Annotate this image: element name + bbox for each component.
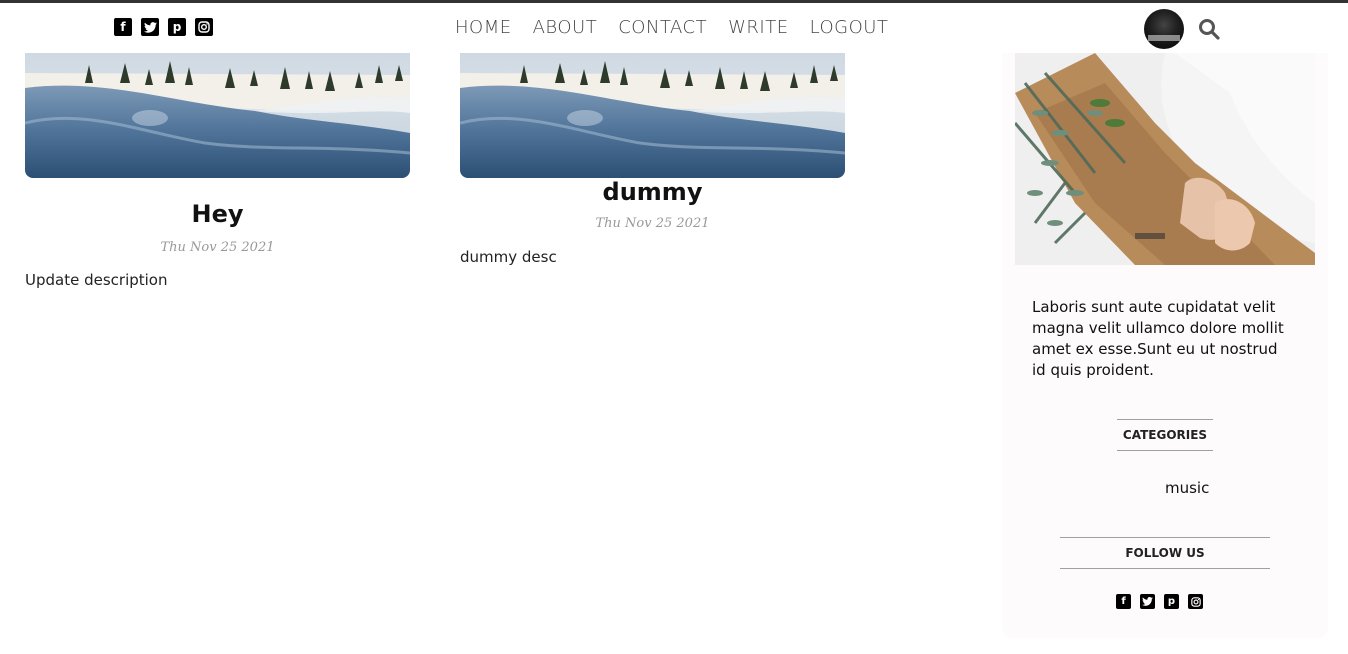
user-avatar[interactable]	[1144, 9, 1184, 49]
sidebar-social-icons: f p	[1116, 594, 1203, 609]
post-date: Thu Nov 25 2021	[160, 240, 275, 255]
facebook-icon[interactable]: f	[1116, 594, 1131, 609]
instagram-icon[interactable]	[195, 18, 213, 36]
twitter-icon[interactable]	[1140, 594, 1155, 609]
nav-contact[interactable]: CONTACT	[618, 17, 707, 38]
pinterest-icon[interactable]: p	[168, 18, 186, 36]
instagram-icon[interactable]	[1188, 594, 1203, 609]
post-description: dummy desc	[460, 248, 557, 266]
facebook-icon[interactable]: f	[114, 18, 132, 36]
follow-us-title: FOLLOW US	[1060, 537, 1270, 569]
post-description: Update description	[25, 271, 168, 289]
sidebar: Laboris sunt aute cupidatat velit magna …	[1002, 40, 1328, 638]
search-icon[interactable]	[1198, 18, 1220, 40]
top-bar: f p HOME ABOUT CONTACT WRITE LOGOUT	[0, 3, 1348, 53]
header-social-icons: f p	[114, 18, 213, 36]
post-image[interactable]	[25, 53, 410, 178]
pinterest-icon[interactable]: p	[1164, 594, 1179, 609]
post-card[interactable]: dummy Thu Nov 25 2021 dummy desc	[460, 53, 845, 266]
nav-about[interactable]: ABOUT	[533, 17, 598, 38]
nav-write[interactable]: WRITE	[728, 17, 788, 38]
main-nav: HOME ABOUT CONTACT WRITE LOGOUT	[455, 17, 888, 38]
post-image[interactable]	[460, 53, 845, 178]
post-title[interactable]: Hey	[25, 200, 410, 228]
post-date: Thu Nov 25 2021	[595, 216, 710, 231]
nav-home[interactable]: HOME	[455, 17, 512, 38]
post-card[interactable]: Hey Thu Nov 25 2021 Update description	[25, 53, 410, 289]
post-title[interactable]: dummy	[460, 178, 845, 206]
nav-logout[interactable]: LOGOUT	[810, 17, 889, 38]
category-link[interactable]: music	[1165, 479, 1209, 497]
sidebar-image	[1015, 53, 1315, 265]
about-text: Laboris sunt aute cupidatat velit magna …	[1032, 298, 1284, 379]
categories-title: CATEGORIES	[1117, 419, 1213, 451]
twitter-icon[interactable]	[141, 18, 159, 36]
